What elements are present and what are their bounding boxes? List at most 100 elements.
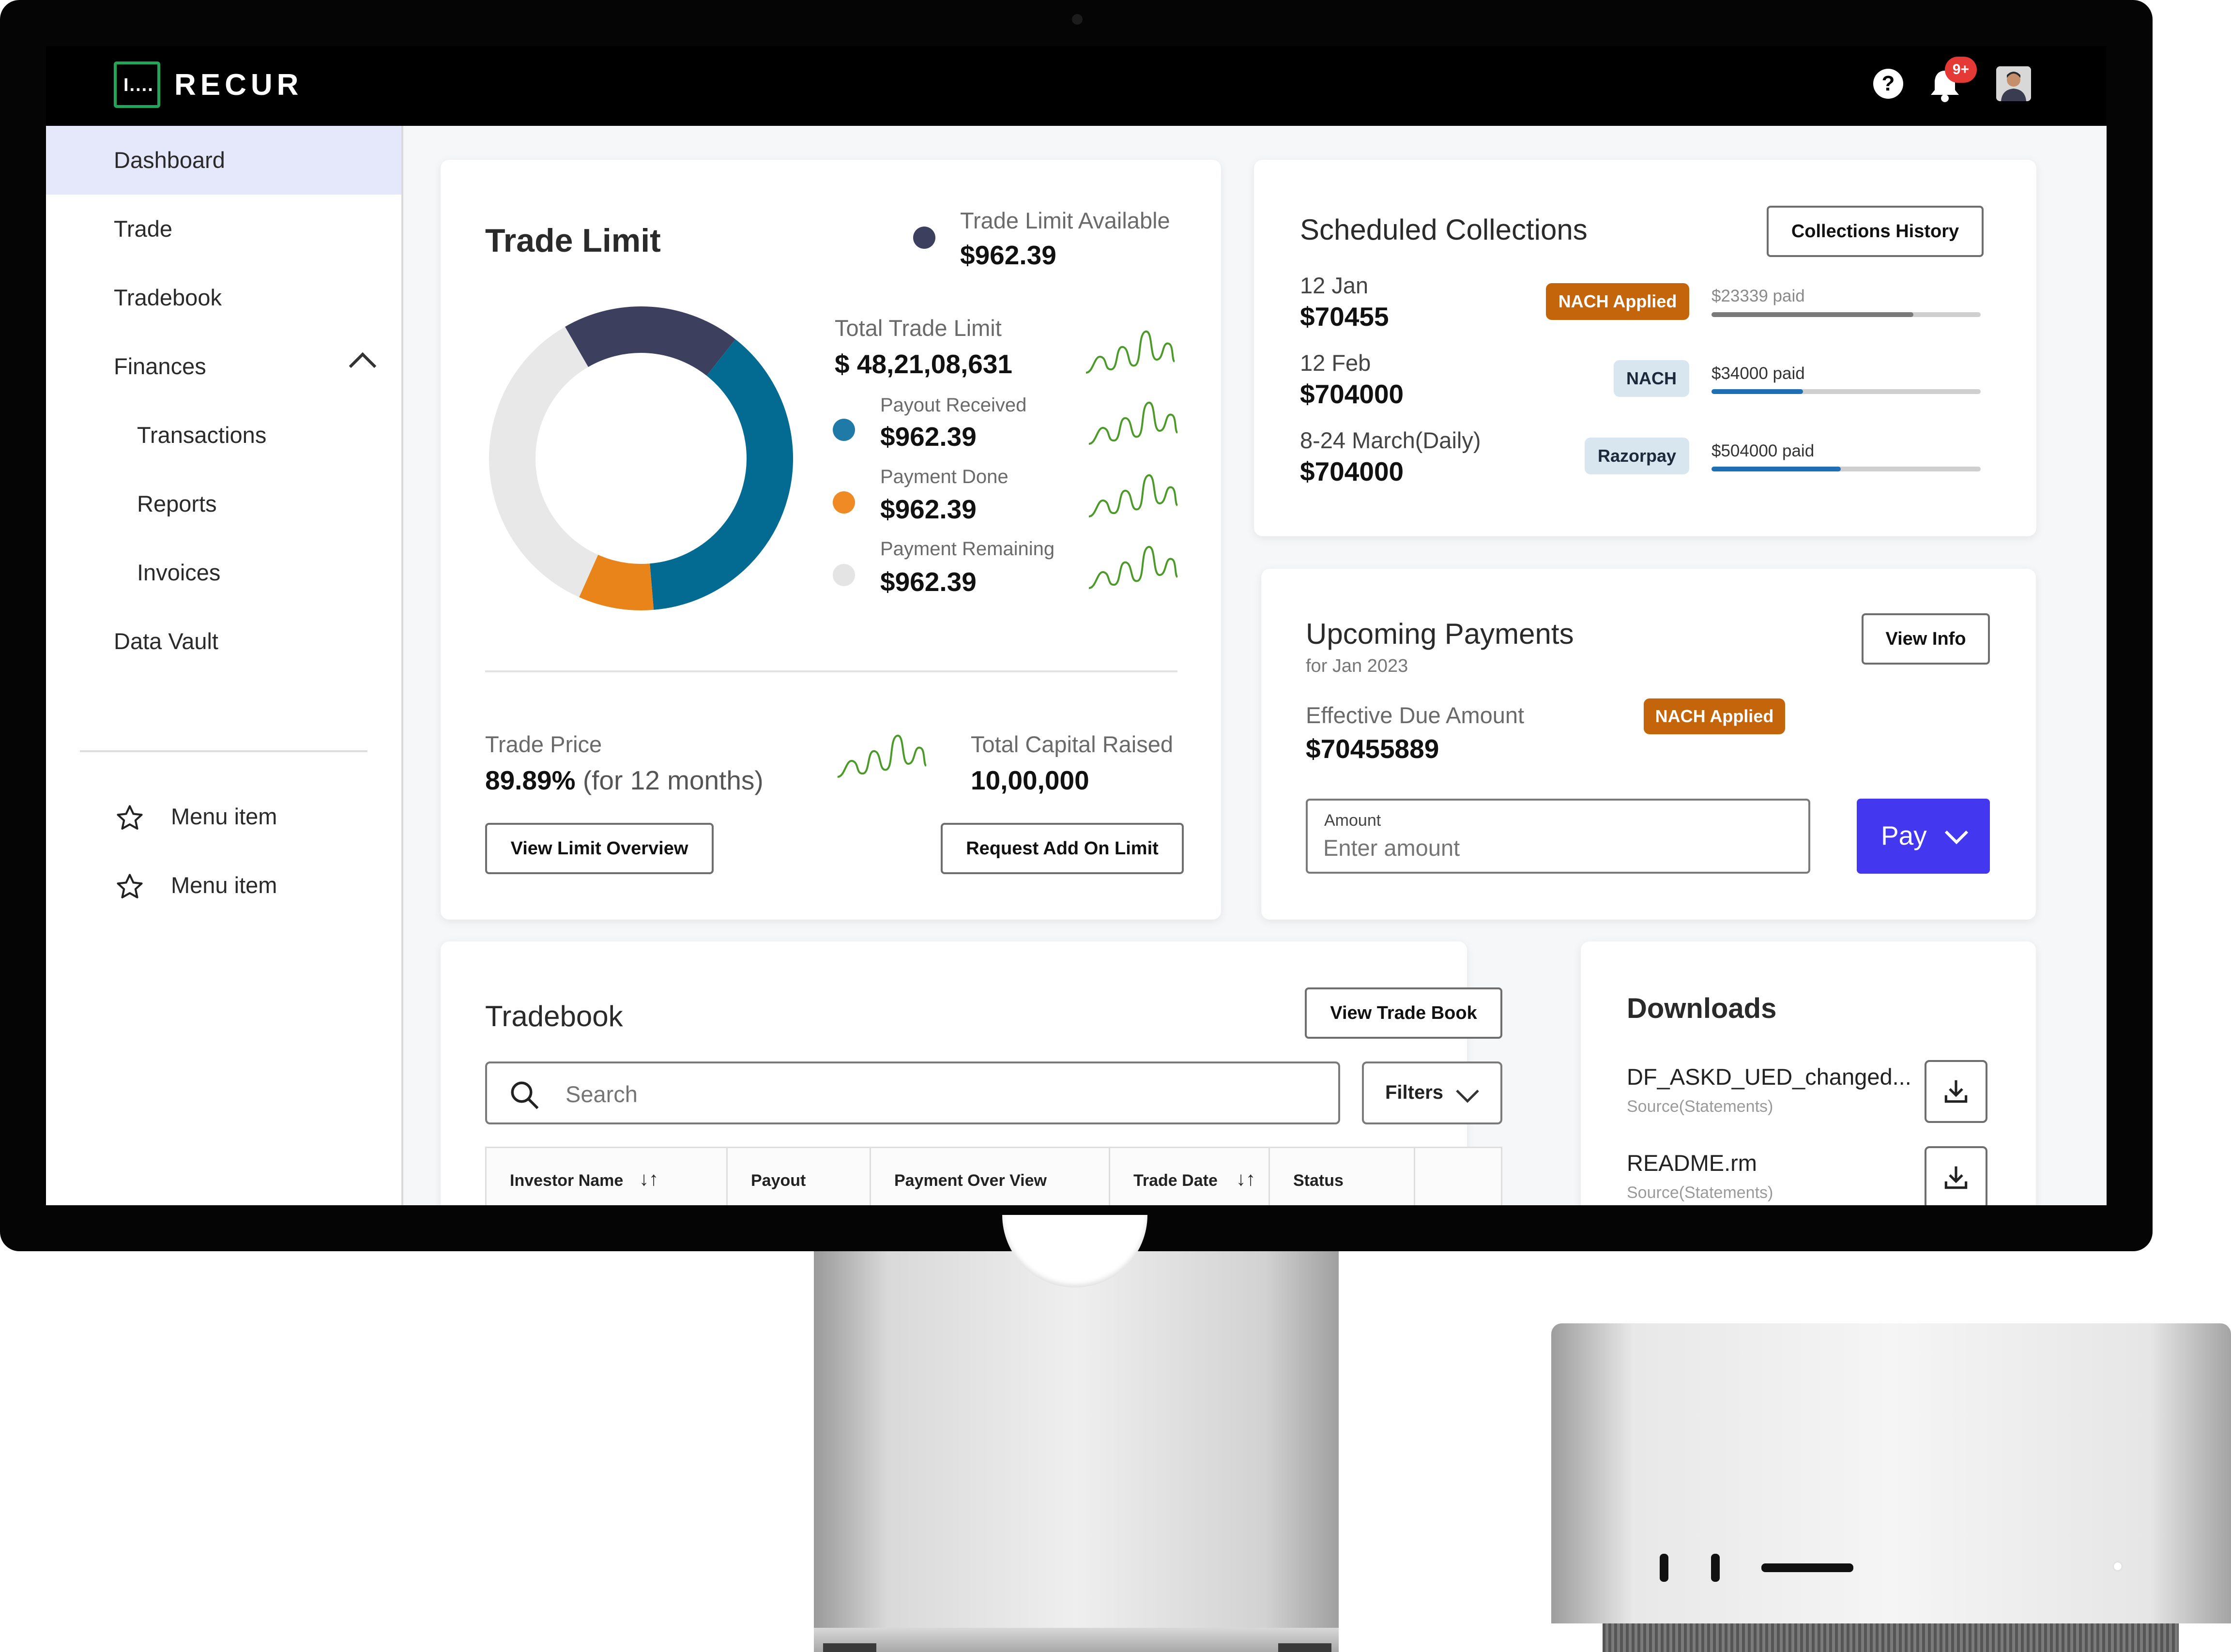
user-avatar-icon <box>1996 66 2031 101</box>
filters-dropdown[interactable]: Filters <box>1362 1061 1502 1124</box>
chevron-down-icon <box>1456 1090 1479 1103</box>
column-header: Status <box>1293 1171 1344 1190</box>
sidebar-divider <box>80 750 367 752</box>
view-trade-book-button[interactable]: View Trade Book <box>1305 987 1502 1039</box>
search-icon <box>511 1081 539 1109</box>
top-bar: I.... RECUR ? 9+ <box>46 46 2107 126</box>
pay-button-label: Pay <box>1881 820 1927 850</box>
collection-progress <box>1711 467 1981 471</box>
download-button[interactable] <box>1925 1146 1987 1205</box>
due-amount-label: Effective Due Amount <box>1306 702 1525 728</box>
column-header: Trade Date <box>1133 1171 1218 1190</box>
avatar[interactable] <box>1996 66 2031 101</box>
download-icon <box>1944 1080 1968 1103</box>
capital-raised-label: Total Capital Raised <box>971 731 1173 757</box>
sparkline-icon <box>1085 331 1176 374</box>
notification-badge: 9+ <box>1945 57 1977 83</box>
progress-fill <box>1711 312 1913 317</box>
sidebar-item-dashboard[interactable]: Dashboard <box>46 126 401 195</box>
sd-card-slot <box>1761 1563 1853 1572</box>
available-label: Trade Limit Available <box>960 208 1170 233</box>
pay-button[interactable]: Pay <box>1857 799 1990 874</box>
brand-name[interactable]: RECUR <box>174 68 303 102</box>
sparkline-icon <box>1088 546 1178 589</box>
view-limit-overview-button[interactable]: View Limit Overview <box>485 823 714 874</box>
download-file-name[interactable]: README.rm <box>1627 1150 1757 1176</box>
collection-date: 12 Jan <box>1300 273 1369 298</box>
legend-label: Payment Remaining <box>880 538 1055 560</box>
menu-item-label: Menu item <box>171 803 277 829</box>
column-status[interactable]: Status <box>1270 1148 1415 1205</box>
legend-dot-payment-done <box>833 491 855 514</box>
filters-label: Filters <box>1385 1082 1444 1103</box>
sort-icon[interactable]: ↓↑ <box>639 1168 658 1190</box>
download-file-name[interactable]: DF_ASKD_UED_changed... <box>1627 1063 1911 1090</box>
capital-raised-value: 10,00,000 <box>971 765 1089 795</box>
sidebar-item-invoices[interactable]: Invoices <box>46 538 401 607</box>
column-trade-date[interactable]: Trade Date ↓↑ <box>1110 1148 1270 1205</box>
column-payment-over-view[interactable]: Payment Over View <box>871 1148 1110 1205</box>
downloads-title: Downloads <box>1627 993 1777 1024</box>
trade-limit-card: Trade Limit Trade Limit Available $962.3… <box>441 160 1221 920</box>
sort-icon[interactable]: ↓↑ <box>1236 1168 1255 1190</box>
column-investor-name[interactable]: Investor Name ↓↑ <box>487 1148 728 1205</box>
usb-port <box>1660 1554 1668 1582</box>
download-button[interactable] <box>1925 1060 1987 1123</box>
power-led <box>2114 1562 2122 1570</box>
monitor-stand <box>814 1251 1339 1628</box>
sidebar-item-finances[interactable]: Finances <box>46 332 401 401</box>
sidebar-item-data-vault[interactable]: Data Vault <box>46 607 401 676</box>
help-icon[interactable]: ? <box>1873 69 1903 99</box>
sidebar-item-transactions[interactable]: Transactions <box>46 401 401 470</box>
upcoming-payments-card: Upcoming Payments for Jan 2023 View Info… <box>1261 569 2036 920</box>
download-icon <box>1944 1166 1968 1189</box>
search-input[interactable] <box>565 1079 1291 1109</box>
sidebar-item-trade[interactable]: Trade <box>46 195 401 263</box>
collection-progress <box>1711 389 1981 394</box>
nach-badge: NACH <box>1614 360 1689 397</box>
collection-paid-label: $23339 paid <box>1711 287 1805 305</box>
sidebar-menu-item[interactable]: Menu item <box>114 861 385 909</box>
request-add-on-limit-button[interactable]: Request Add On Limit <box>941 823 1184 874</box>
column-payout[interactable]: Payout <box>728 1148 871 1205</box>
sidebar-item-label: Finances <box>114 353 206 379</box>
legend-label: Payment Done <box>880 466 1009 487</box>
collection-paid-label: $504000 paid <box>1711 441 1815 460</box>
total-trade-limit-label: Total Trade Limit <box>835 315 1002 341</box>
available-dot <box>913 227 935 249</box>
nach-applied-badge: NACH Applied <box>1644 698 1785 734</box>
collections-history-button[interactable]: Collections History <box>1767 206 1984 257</box>
progress-fill <box>1711 467 1841 471</box>
collection-amount: $70455 <box>1300 302 1389 332</box>
sidebar-item-tradebook[interactable]: Tradebook <box>46 263 401 332</box>
logo-icon[interactable]: I.... <box>114 61 160 108</box>
star-icon <box>117 805 143 830</box>
search-field[interactable] <box>485 1061 1340 1124</box>
available-value: $962.39 <box>960 240 1056 270</box>
mac-studio-vent <box>1603 1623 2179 1652</box>
amount-input[interactable] <box>1322 833 1787 863</box>
sidebar-menu-item[interactable]: Menu item <box>114 792 385 841</box>
collection-date: 12 Feb <box>1300 350 1371 376</box>
view-info-button[interactable]: View Info <box>1862 613 1990 665</box>
collections-title: Scheduled Collections <box>1300 213 1588 246</box>
downloads-card: Downloads DF_ASKD_UED_changed... Source(… <box>1581 941 2036 1205</box>
amount-field-label: Amount <box>1324 811 1381 830</box>
legend-dot-payment-remaining <box>833 564 855 586</box>
amount-field[interactable]: Amount <box>1306 799 1810 874</box>
due-amount-value: $70455889 <box>1306 734 1439 764</box>
sparkline-icon <box>1088 474 1178 517</box>
card-divider <box>485 670 1177 672</box>
collection-paid-label: $34000 paid <box>1711 364 1805 383</box>
trade-price-label: Trade Price <box>485 731 602 757</box>
stand-foot <box>1278 1643 1331 1652</box>
scheduled-collections-card: Scheduled Collections Collections Histor… <box>1254 160 2036 536</box>
stand-foot <box>823 1643 876 1652</box>
menu-item-label: Menu item <box>171 872 277 898</box>
column-header: Investor Name <box>510 1171 624 1190</box>
chevron-up-icon[interactable] <box>349 352 377 380</box>
column-header: Payout <box>751 1171 806 1190</box>
sidebar-item-reports[interactable]: Reports <box>46 470 401 538</box>
collection-date: 8-24 March(Daily) <box>1300 427 1481 453</box>
usb-port <box>1711 1554 1720 1582</box>
